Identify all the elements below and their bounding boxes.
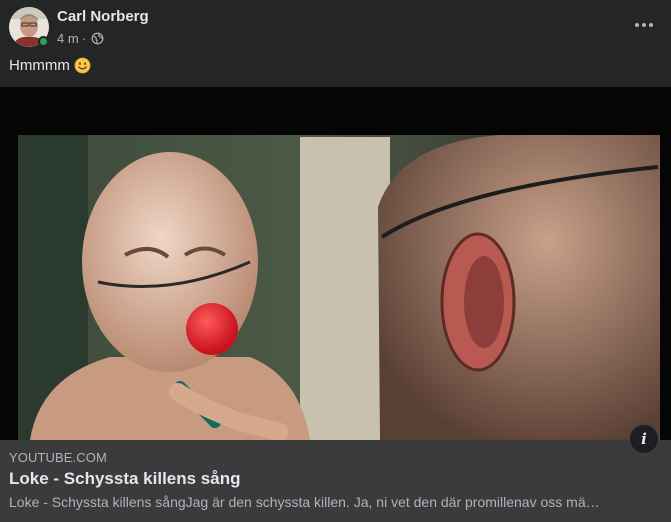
post-timestamp[interactable]: 4 m: [57, 31, 79, 46]
more-icon-dot: [642, 23, 646, 27]
post-header: Carl Norberg 4 m ·: [0, 0, 671, 52]
online-status-indicator: [38, 36, 49, 47]
post-card: Carl Norberg 4 m · Hmmmm YOUTUBE.COM Lok…: [0, 0, 671, 522]
post-message: Hmmmm: [9, 57, 91, 74]
video-thumbnail[interactable]: [0, 87, 671, 440]
smiley-emoji-icon: [74, 57, 91, 74]
link-domain: YOUTUBE.COM: [9, 450, 107, 465]
author-avatar[interactable]: [9, 7, 49, 47]
link-info-button[interactable]: i: [629, 424, 659, 454]
meta-separator: ·: [81, 30, 87, 46]
post-meta: 4 m ·: [57, 30, 104, 46]
more-icon-dot: [649, 23, 653, 27]
thumbnail-image: [0, 87, 671, 440]
author-name[interactable]: Carl Norberg: [57, 8, 149, 25]
more-horizontal-icon: [635, 23, 639, 27]
info-icon: i: [641, 429, 647, 448]
globe-icon[interactable]: [91, 32, 104, 45]
link-preview[interactable]: YOUTUBE.COM Loke - Schyssta killens sång…: [0, 440, 671, 522]
link-title[interactable]: Loke - Schyssta killens sång: [9, 469, 240, 489]
post-message-text: Hmmmm: [9, 57, 70, 74]
more-options-button[interactable]: [631, 12, 657, 38]
link-description: Loke - Schyssta killens sångJag är den s…: [9, 494, 600, 510]
